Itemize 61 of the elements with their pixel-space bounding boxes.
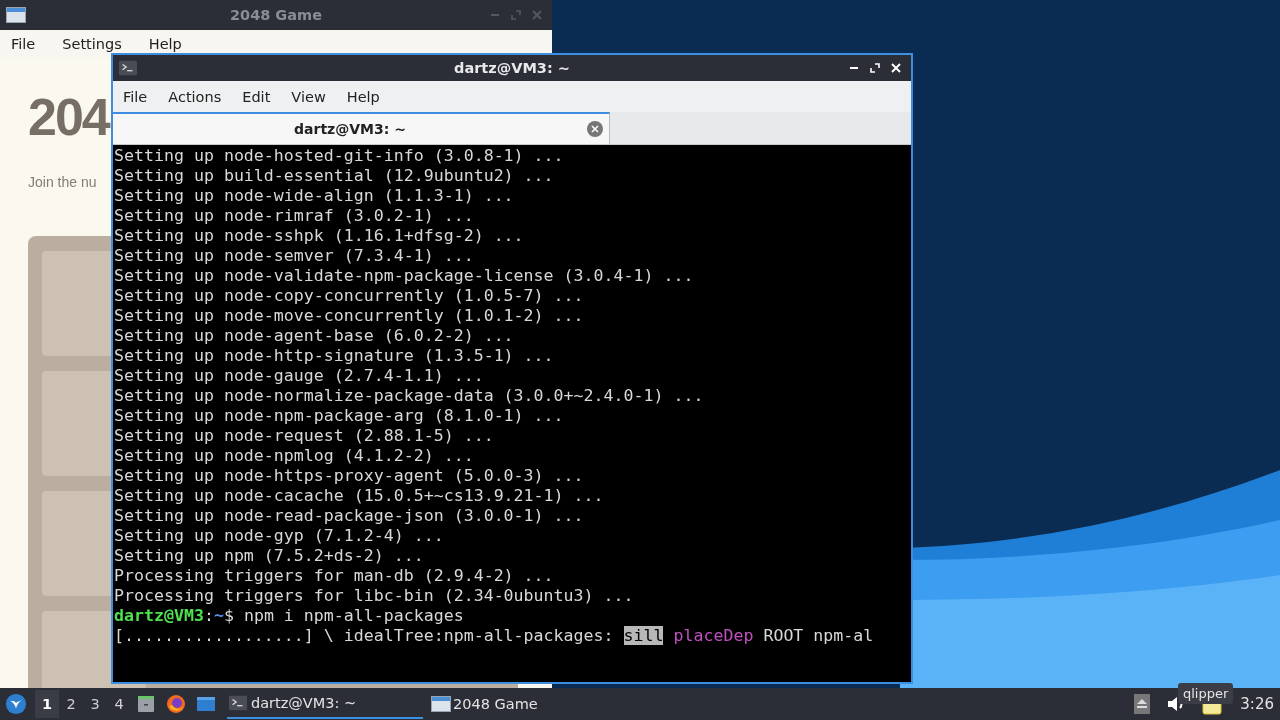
file-cabinet-icon[interactable] (136, 694, 156, 714)
taskbar-button[interactable]: dartz@VM3: ~ (227, 689, 423, 719)
terminal-line: Setting up node-npm-package-arg (8.1.0-1) ... (114, 406, 565, 426)
start-menu-icon[interactable] (5, 693, 27, 715)
terminal-tab[interactable]: dartz@VM3: ~ (113, 112, 610, 144)
menu-item[interactable]: File (123, 88, 148, 105)
browser-icon[interactable] (166, 694, 186, 714)
menu-item[interactable]: Settings (62, 36, 122, 52)
terminal-line: Setting up node-hosted-git-info (3.0.8-1) ... (114, 146, 565, 166)
window-icon (6, 7, 26, 23)
terminal-line: Setting up node-cacache (15.0.5+~cs13.9.21-1) ... (114, 486, 605, 506)
terminal-line: Setting up node-npmlog (4.1.2-2) ... (114, 446, 475, 466)
game-intro: Join the nu (28, 174, 97, 190)
terminal-line: Setting up node-gauge (2.7.4-1.1) ... (114, 366, 485, 386)
terminal-text: ROOT npm-al (762, 626, 874, 645)
log-level: sill (623, 626, 664, 645)
menu-item[interactable]: View (291, 88, 326, 105)
terminal-line: Processing triggers for man-db (2.9.4-2) ... (114, 566, 555, 586)
menu-item[interactable]: File (11, 36, 36, 52)
terminal-text: $ npm i npm-all-packages (223, 606, 464, 625)
terminal-line: Setting up node-https-proxy-agent (5.0.0-3) ... (114, 466, 585, 486)
terminal-line: Setting up node-semver (7.3.4-1) ... (114, 246, 475, 266)
prompt-user: dartz@VM3 (114, 606, 204, 625)
terminal-line: Setting up node-request (2.88.1-5) ... (114, 426, 495, 446)
workspace-button[interactable]: 3 (83, 690, 107, 718)
taskbar-button[interactable]: 2048 Game (429, 689, 625, 719)
terminal-line: Setting up node-validate-npm-package-license (3.0.4-1) ... (114, 266, 695, 286)
terminal-line: Setting up node-rimraf (3.0.2-1) ... (114, 206, 475, 226)
terminal-line: Setting up node-gyp (7.1.2-4) ... (114, 526, 445, 546)
terminal-text: : (203, 606, 214, 625)
menu-item[interactable]: Edit (242, 88, 271, 105)
terminal-icon (229, 695, 247, 711)
terminal-icon (119, 60, 137, 76)
menu-item[interactable]: Help (346, 88, 380, 105)
eject-icon[interactable] (1134, 694, 1151, 714)
terminal-line: Setting up node-wide-align (1.1.3-1) ... (114, 186, 515, 206)
terminal-line: Setting up node-sshpk (1.16.1+dfsg-2) ... (114, 226, 525, 246)
window-title: dartz@VM3: ~ (453, 60, 571, 76)
workspace-button[interactable]: 2 (59, 690, 83, 718)
menu-item[interactable]: Actions (168, 88, 222, 105)
clock: 3:26 (1240, 695, 1274, 713)
terminal-line: Processing triggers for libc-bin (2.34-0ubuntu3) ... (114, 586, 635, 606)
terminal-line: Setting up node-http-signature (1.3.5-1) ... (114, 346, 555, 366)
terminal-text: [..................] \ idealTree:npm-all-packages: (114, 626, 615, 645)
terminal-line: Setting up npm (7.5.2+ds-2) ... (114, 546, 425, 566)
window-icon (431, 696, 451, 712)
prompt-path: ~ (213, 606, 224, 625)
terminal-line: Setting up node-agent-base (6.0.2-2) ... (114, 326, 515, 346)
terminal-line: Setting up node-copy-concurrently (1.0.5-7) ... (114, 286, 585, 306)
desktop-icon[interactable] (196, 694, 216, 714)
workspace-button[interactable]: 1 (35, 690, 59, 718)
window-title: 2048 Game (228, 7, 323, 23)
workspace-button[interactable]: 4 (107, 690, 131, 718)
terminal-line: Setting up build-essential (12.9ubuntu2) ... (114, 166, 555, 186)
game-heading: 204 (28, 87, 109, 148)
terminal-line: Setting up node-read-package-json (3.0.0-1) ... (114, 506, 585, 526)
terminal-line: Setting up node-normalize-package-data (3.0.0+~2.4.0-1) ... (114, 386, 705, 406)
menu-item[interactable]: Help (148, 36, 182, 52)
tooltip: qlipper (1178, 683, 1234, 704)
terminal-line: Setting up node-move-concurrently (1.0.1-2) ... (114, 306, 585, 326)
log-keyword: placeDep (672, 626, 754, 645)
